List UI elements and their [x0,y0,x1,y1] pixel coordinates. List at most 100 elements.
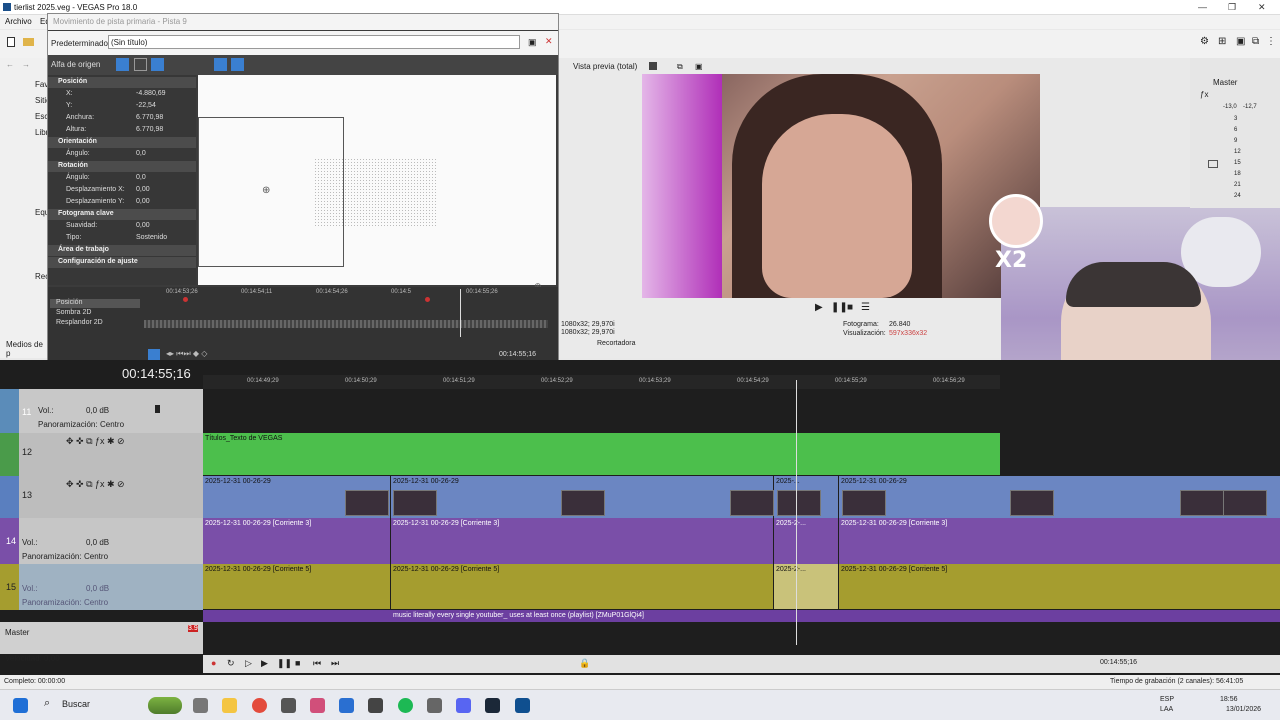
app-icon[interactable] [339,698,354,713]
play-icon[interactable]: ▶ [815,302,823,313]
property-row[interactable]: Desplazamiento X: 0,00 [48,185,196,196]
property-row[interactable]: X: -4.880,69 [48,89,196,100]
settings-icon[interactable]: ⚙ [1200,36,1209,47]
steam-icon[interactable] [485,698,500,713]
open-folder-icon[interactable] [23,38,34,46]
copy-frame-icon[interactable]: ⧉ [677,62,683,72]
timeline-playhead[interactable] [796,380,797,645]
new-file-icon[interactable] [7,37,15,47]
motion-canvas[interactable]: ⊕ ⊕ [198,75,556,291]
save-preset-icon[interactable]: ▣ [528,37,537,48]
property-row[interactable]: Ángulo: 0,0 [48,149,196,160]
edit-mode-icon[interactable] [116,58,129,71]
fx-icon[interactable]: ƒx [1200,90,1208,99]
app-icon[interactable] [427,698,442,713]
menu-icon[interactable]: ☰ [861,302,870,313]
stop-icon[interactable]: ■ [295,658,300,668]
app-icon[interactable] [193,698,208,713]
audio-clip-stream3[interactable]: 2025-12-31 00-26-29 [Corriente 3] [203,518,390,564]
stop-icon[interactable]: ■ [847,302,853,313]
property-value[interactable]: 0,0 [136,150,146,157]
property-section[interactable]: Posición [48,77,196,88]
loop-icon[interactable]: ↻ [227,658,235,669]
property-value[interactable]: 0,00 [136,186,150,193]
source-alpha-dropdown[interactable]: Alfa de origen [51,60,100,69]
play-icon[interactable]: ▶ [261,658,268,669]
keyframe-marker[interactable] [183,297,188,302]
keyboard-layout[interactable]: LAA [1160,706,1173,713]
titles-clip[interactable]: Títulos_Texto de VEGAS [203,433,1000,475]
property-section[interactable]: Orientación [48,137,196,148]
audio-clip-stream3[interactable]: 2025-12-31 00-26-29 [Corriente 3] [391,518,773,564]
property-value[interactable]: -22,54 [136,102,156,109]
property-section[interactable]: Área de trabajo [48,245,196,256]
property-row[interactable]: Ángulo: 0,0 [48,173,196,184]
property-row[interactable]: Altura: 6.770,98 [48,125,196,136]
split-icon[interactable]: ⊞ [1218,36,1226,47]
play-from-start-icon[interactable]: ▷ [245,658,252,669]
property-value[interactable]: 0,00 [136,222,150,229]
cutter-tab[interactable]: Recortadora [597,340,636,347]
back-icon[interactable]: ← [6,60,14,69]
property-row[interactable]: Suavidad: 0,00 [48,221,196,232]
grid-icon[interactable] [649,62,657,70]
music-clip[interactable]: music literally every single youtuber_ u… [203,610,1280,622]
forward-icon[interactable]: → [22,60,30,69]
track-fx-icons[interactable]: ✥ ✜ ⧉ ƒx ✱ ⊘ [66,436,125,447]
property-row[interactable]: Desplazamiento Y: 0,00 [48,197,196,208]
property-value[interactable]: -4.880,69 [136,90,166,97]
media-tab[interactable]: Medios de p [6,340,47,358]
property-value[interactable]: 0,0 [136,174,146,181]
camera-icon[interactable]: ▣ [1236,36,1245,47]
file-explorer-icon[interactable] [222,698,237,713]
center-point-icon[interactable]: ⊕ [262,185,270,196]
timeline-ruler[interactable]: 00:14:49;29 00:14:50;29 00:14:51;29 00:14:5… [203,375,1000,389]
spotify-icon[interactable] [398,698,413,713]
discord-icon[interactable] [456,698,471,713]
property-value[interactable]: 0,00 [136,198,150,205]
app-icon[interactable] [310,698,325,713]
audio-clip-stream3[interactable]: 2025-2-... [774,518,838,564]
keyframe-marker[interactable] [425,297,430,302]
magnet-icon[interactable] [134,58,147,71]
settings-app-icon[interactable] [281,698,296,713]
copy-icon[interactable]: ⧉ [1252,36,1259,47]
audio-clip-stream5[interactable]: 2025-12-31 00-26-29 [Corriente 5] [839,564,1280,609]
go-to-start-icon[interactable]: ⏮ [313,658,321,669]
property-row[interactable]: Anchura: 6.770,98 [48,113,196,124]
keyboard-lang[interactable]: ESP [1160,696,1174,703]
keyframe-lane[interactable] [144,320,548,328]
close-icon[interactable]: ✕ [1258,2,1266,13]
vegas-icon[interactable] [515,698,530,713]
kf-nav-icons[interactable]: ◂▸ ⏮⏭ ◆ ◇ [166,349,207,359]
minimize-icon[interactable]: — [1198,2,1207,12]
clock-date[interactable]: 13/01/2026 [1226,706,1261,713]
property-section[interactable]: Fotograma clave [48,209,196,220]
keyframe-row[interactable]: Posición [50,299,140,308]
mixer-fader[interactable] [1208,160,1218,168]
scale-center-icon[interactable] [231,58,244,71]
pause-icon[interactable]: ❚❚ [831,302,848,313]
preview-mode-dropdown[interactable]: Vista previa (total) [573,62,637,71]
start-icon[interactable] [13,698,28,713]
widget-icon[interactable] [148,697,182,714]
preset-select[interactable]: (Sin título) [108,35,520,49]
audio-clip-stream3[interactable]: 2025-12-31 00-26-29 [Corriente 3] [839,518,1280,564]
track-fx-icons[interactable]: ✥ ✜ ⧉ ƒx ✱ ⊘ [66,479,125,490]
audio-clip-stream5[interactable]: 2025-2-... [774,564,838,609]
taskbar-search[interactable]: Buscar [62,699,90,709]
zoom-edit-icon[interactable] [151,58,164,71]
lock-aspect-icon[interactable] [214,58,227,71]
property-row[interactable]: Tipo: Sostenido [48,233,196,244]
pause-icon[interactable]: ❚❚ [277,658,292,669]
chrome-icon[interactable] [252,698,267,713]
save-frame-icon[interactable]: ▣ [695,62,703,71]
menu-archivo[interactable]: Archivo [5,17,32,26]
volume-slider[interactable] [155,405,160,413]
go-to-end-icon[interactable]: ⏭ [331,658,339,669]
lock-icon[interactable]: 🔒 [579,658,590,669]
property-section[interactable]: Rotación [48,161,196,172]
audio-clip-stream5[interactable]: 2025-12-31 00-26-29 [Corriente 5] [391,564,773,609]
record-icon[interactable]: ● [211,658,216,668]
clock-time[interactable]: 18:56 [1220,696,1238,703]
